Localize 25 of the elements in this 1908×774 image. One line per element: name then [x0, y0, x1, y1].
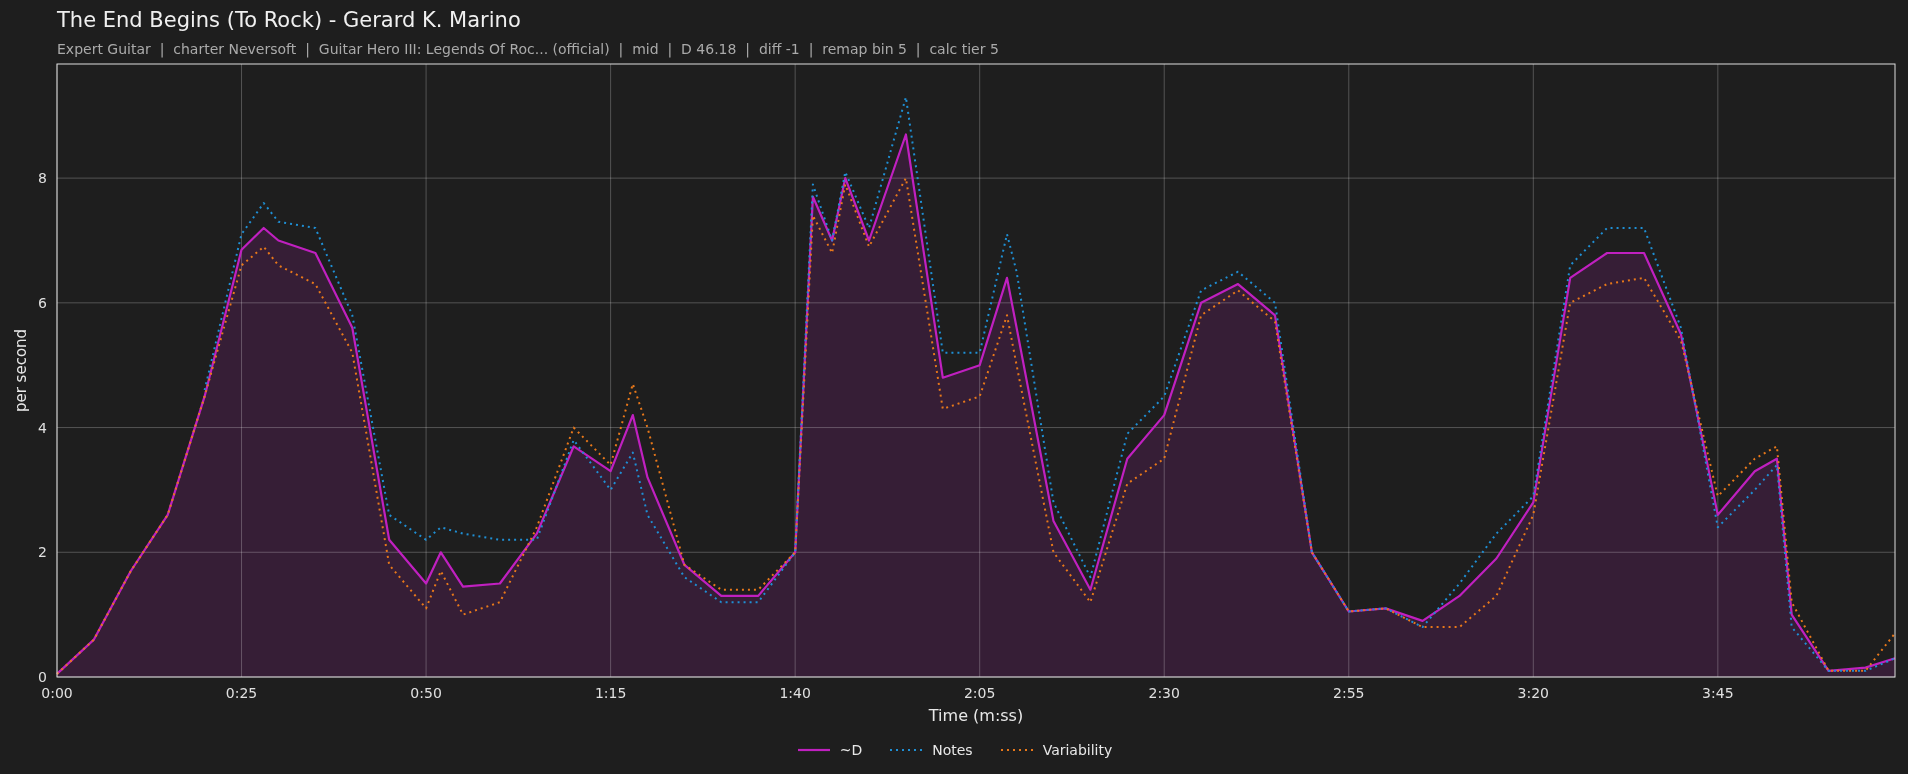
y-tick-label: 6	[38, 294, 47, 311]
legend-label: Notes	[932, 742, 973, 758]
legend-line-icon	[795, 747, 832, 753]
legend-line-icon	[998, 747, 1035, 753]
x-tick-label: 2:55	[1333, 685, 1365, 701]
y-tick-label: 0	[38, 669, 47, 685]
legend-label: ~D	[839, 742, 863, 758]
y-tick-label: 8	[38, 170, 47, 187]
x-tick-label: 0:00	[41, 685, 73, 701]
x-tick-label: 3:45	[1702, 685, 1734, 701]
x-axis-label: Time (m:ss)	[928, 706, 1024, 725]
y-tick-label: 2	[38, 544, 47, 561]
x-tick-label: 1:15	[594, 685, 627, 701]
legend-label: Variability	[1042, 742, 1113, 758]
y-axis-label: per second	[12, 328, 30, 413]
x-tick-label: 2:05	[963, 685, 996, 701]
chart-title: The End Begins (To Rock) - Gerard K. Marino	[57, 7, 522, 33]
x-tick-label: 2:30	[1148, 685, 1180, 701]
x-tick-label: 0:25	[225, 685, 258, 701]
y-tick-label: 4	[38, 419, 47, 436]
legend-line-icon	[888, 747, 925, 753]
x-tick-label: 1:40	[779, 685, 811, 701]
chart-subtitle: Expert Guitar | charter Neversoft | Guitar Hero III: Legends Of Roc... (official) | mid | D 46.18 | diff -1 | remap bin 5 | calc tier 5	[57, 40, 1000, 58]
x-tick-label: 3:20	[1517, 685, 1550, 701]
x-tick-label: 0:50	[410, 685, 442, 701]
